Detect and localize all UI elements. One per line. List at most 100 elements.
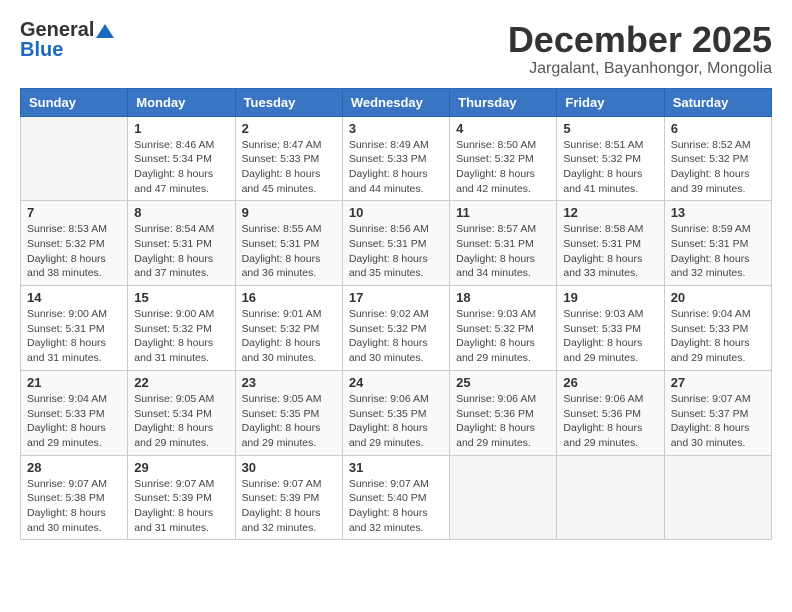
day-info: Sunrise: 9:05 AMSunset: 5:35 PMDaylight:… bbox=[242, 392, 336, 451]
day-info: Sunrise: 8:54 AMSunset: 5:31 PMDaylight:… bbox=[134, 222, 228, 281]
day-info: Sunrise: 9:07 AMSunset: 5:40 PMDaylight:… bbox=[349, 477, 443, 536]
calendar-cell: 20 Sunrise: 9:04 AMSunset: 5:33 PMDayligh… bbox=[664, 286, 771, 371]
calendar-cell bbox=[664, 455, 771, 540]
calendar-week-row: 7 Sunrise: 8:53 AMSunset: 5:32 PMDaylight… bbox=[21, 201, 772, 286]
day-info: Sunrise: 9:07 AMSunset: 5:38 PMDaylight:… bbox=[27, 477, 121, 536]
day-info: Sunrise: 9:01 AMSunset: 5:32 PMDaylight:… bbox=[242, 307, 336, 366]
day-info: Sunrise: 9:06 AMSunset: 5:36 PMDaylight:… bbox=[456, 392, 550, 451]
calendar-cell: 16 Sunrise: 9:01 AMSunset: 5:32 PMDayligh… bbox=[235, 286, 342, 371]
calendar-cell: 31 Sunrise: 9:07 AMSunset: 5:40 PMDayligh… bbox=[342, 455, 449, 540]
day-number: 2 bbox=[242, 121, 336, 136]
day-number: 5 bbox=[563, 121, 657, 136]
day-number: 28 bbox=[27, 460, 121, 475]
calendar-cell: 13 Sunrise: 8:59 AMSunset: 5:31 PMDayligh… bbox=[664, 201, 771, 286]
calendar-cell: 14 Sunrise: 9:00 AMSunset: 5:31 PMDayligh… bbox=[21, 286, 128, 371]
day-number: 14 bbox=[27, 290, 121, 305]
day-info: Sunrise: 8:57 AMSunset: 5:31 PMDaylight:… bbox=[456, 222, 550, 281]
day-info: Sunrise: 9:04 AMSunset: 5:33 PMDaylight:… bbox=[671, 307, 765, 366]
day-info: Sunrise: 9:06 AMSunset: 5:36 PMDaylight:… bbox=[563, 392, 657, 451]
calendar-cell: 8 Sunrise: 8:54 AMSunset: 5:31 PMDaylight… bbox=[128, 201, 235, 286]
day-number: 10 bbox=[349, 205, 443, 220]
logo-general-text: General bbox=[20, 20, 94, 40]
day-number: 29 bbox=[134, 460, 228, 475]
calendar-week-row: 21 Sunrise: 9:04 AMSunset: 5:33 PMDayligh… bbox=[21, 370, 772, 455]
day-number: 8 bbox=[134, 205, 228, 220]
day-info: Sunrise: 9:00 AMSunset: 5:31 PMDaylight:… bbox=[27, 307, 121, 366]
day-info: Sunrise: 9:03 AMSunset: 5:32 PMDaylight:… bbox=[456, 307, 550, 366]
calendar-cell: 23Sunrise: 9:05 AMSunset: 5:35 PMDayligh… bbox=[235, 370, 342, 455]
day-info: Sunrise: 9:02 AMSunset: 5:32 PMDaylight:… bbox=[349, 307, 443, 366]
calendar-cell: 27 Sunrise: 9:07 AMSunset: 5:37 PMDayligh… bbox=[664, 370, 771, 455]
day-number: 30 bbox=[242, 460, 336, 475]
calendar-cell: 24 Sunrise: 9:06 AMSunset: 5:35 PMDayligh… bbox=[342, 370, 449, 455]
calendar-cell: 4 Sunrise: 8:50 AMSunset: 5:32 PMDaylight… bbox=[450, 116, 557, 201]
calendar-cell: 18 Sunrise: 9:03 AMSunset: 5:32 PMDayligh… bbox=[450, 286, 557, 371]
location-title: Jargalant, Bayanhongor, Mongolia bbox=[508, 60, 772, 78]
logo-blue-text: Blue bbox=[20, 40, 63, 60]
day-info: Sunrise: 8:59 AMSunset: 5:31 PMDaylight:… bbox=[671, 222, 765, 281]
day-info: Sunrise: 8:50 AMSunset: 5:32 PMDaylight:… bbox=[456, 138, 550, 197]
day-info: Sunrise: 8:47 AMSunset: 5:33 PMDaylight:… bbox=[242, 138, 336, 197]
calendar-cell: 30 Sunrise: 9:07 AMSunset: 5:39 PMDayligh… bbox=[235, 455, 342, 540]
day-number: 4 bbox=[456, 121, 550, 136]
calendar-cell: 6Sunrise: 8:52 AMSunset: 5:32 PMDaylight… bbox=[664, 116, 771, 201]
day-info: Sunrise: 8:52 AMSunset: 5:32 PMDaylight:… bbox=[671, 138, 765, 197]
calendar-cell: 12Sunrise: 8:58 AMSunset: 5:31 PMDayligh… bbox=[557, 201, 664, 286]
day-number: 31 bbox=[349, 460, 443, 475]
calendar-day-header: Saturday bbox=[664, 88, 771, 116]
day-number: 11 bbox=[456, 205, 550, 220]
day-info: Sunrise: 9:04 AMSunset: 5:33 PMDaylight:… bbox=[27, 392, 121, 451]
day-number: 1 bbox=[134, 121, 228, 136]
logo-triangle-icon bbox=[96, 24, 114, 38]
day-number: 25 bbox=[456, 375, 550, 390]
calendar-cell: 1 Sunrise: 8:46 AMSunset: 5:34 PMDaylight… bbox=[128, 116, 235, 201]
calendar-cell: 9Sunrise: 8:55 AMSunset: 5:31 PMDaylight… bbox=[235, 201, 342, 286]
day-number: 18 bbox=[456, 290, 550, 305]
logo: General Blue bbox=[20, 20, 114, 60]
calendar-table: SundayMondayTuesdayWednesdayThursdayFrid… bbox=[20, 88, 772, 541]
day-info: Sunrise: 8:49 AMSunset: 5:33 PMDaylight:… bbox=[349, 138, 443, 197]
day-info: Sunrise: 8:58 AMSunset: 5:31 PMDaylight:… bbox=[563, 222, 657, 281]
day-info: Sunrise: 8:46 AMSunset: 5:34 PMDaylight:… bbox=[134, 138, 228, 197]
calendar-cell bbox=[450, 455, 557, 540]
calendar-cell: 10Sunrise: 8:56 AMSunset: 5:31 PMDayligh… bbox=[342, 201, 449, 286]
calendar-day-header: Monday bbox=[128, 88, 235, 116]
calendar-cell: 11 Sunrise: 8:57 AMSunset: 5:31 PMDayligh… bbox=[450, 201, 557, 286]
calendar-day-header: Thursday bbox=[450, 88, 557, 116]
day-number: 7 bbox=[27, 205, 121, 220]
calendar-cell bbox=[557, 455, 664, 540]
day-info: Sunrise: 9:07 AMSunset: 5:39 PMDaylight:… bbox=[134, 477, 228, 536]
calendar-cell: 15Sunrise: 9:00 AMSunset: 5:32 PMDayligh… bbox=[128, 286, 235, 371]
calendar-cell: 17Sunrise: 9:02 AMSunset: 5:32 PMDayligh… bbox=[342, 286, 449, 371]
day-number: 20 bbox=[671, 290, 765, 305]
calendar-cell: 28 Sunrise: 9:07 AMSunset: 5:38 PMDayligh… bbox=[21, 455, 128, 540]
day-number: 3 bbox=[349, 121, 443, 136]
day-info: Sunrise: 9:06 AMSunset: 5:35 PMDaylight:… bbox=[349, 392, 443, 451]
day-info: Sunrise: 8:51 AMSunset: 5:32 PMDaylight:… bbox=[563, 138, 657, 197]
day-number: 13 bbox=[671, 205, 765, 220]
day-number: 27 bbox=[671, 375, 765, 390]
day-number: 22 bbox=[134, 375, 228, 390]
title-section: December 2025 Jargalant, Bayanhongor, Mo… bbox=[508, 20, 772, 78]
day-number: 16 bbox=[242, 290, 336, 305]
calendar-week-row: 1 Sunrise: 8:46 AMSunset: 5:34 PMDaylight… bbox=[21, 116, 772, 201]
calendar-cell: 22 Sunrise: 9:05 AMSunset: 5:34 PMDayligh… bbox=[128, 370, 235, 455]
day-info: Sunrise: 9:00 AMSunset: 5:32 PMDaylight:… bbox=[134, 307, 228, 366]
calendar-cell: 5 Sunrise: 8:51 AMSunset: 5:32 PMDaylight… bbox=[557, 116, 664, 201]
calendar-day-header: Sunday bbox=[21, 88, 128, 116]
calendar-cell: 3 Sunrise: 8:49 AMSunset: 5:33 PMDaylight… bbox=[342, 116, 449, 201]
calendar-cell bbox=[21, 116, 128, 201]
day-info: Sunrise: 9:07 AMSunset: 5:37 PMDaylight:… bbox=[671, 392, 765, 451]
day-info: Sunrise: 9:05 AMSunset: 5:34 PMDaylight:… bbox=[134, 392, 228, 451]
day-number: 21 bbox=[27, 375, 121, 390]
day-number: 9 bbox=[242, 205, 336, 220]
calendar-cell: 25 Sunrise: 9:06 AMSunset: 5:36 PMDayligh… bbox=[450, 370, 557, 455]
day-number: 19 bbox=[563, 290, 657, 305]
calendar-cell: 19Sunrise: 9:03 AMSunset: 5:33 PMDayligh… bbox=[557, 286, 664, 371]
calendar-week-row: 28 Sunrise: 9:07 AMSunset: 5:38 PMDayligh… bbox=[21, 455, 772, 540]
day-number: 24 bbox=[349, 375, 443, 390]
day-info: Sunrise: 8:53 AMSunset: 5:32 PMDaylight:… bbox=[27, 222, 121, 281]
day-info: Sunrise: 9:07 AMSunset: 5:39 PMDaylight:… bbox=[242, 477, 336, 536]
month-title: December 2025 bbox=[508, 20, 772, 60]
calendar-cell: 26Sunrise: 9:06 AMSunset: 5:36 PMDayligh… bbox=[557, 370, 664, 455]
